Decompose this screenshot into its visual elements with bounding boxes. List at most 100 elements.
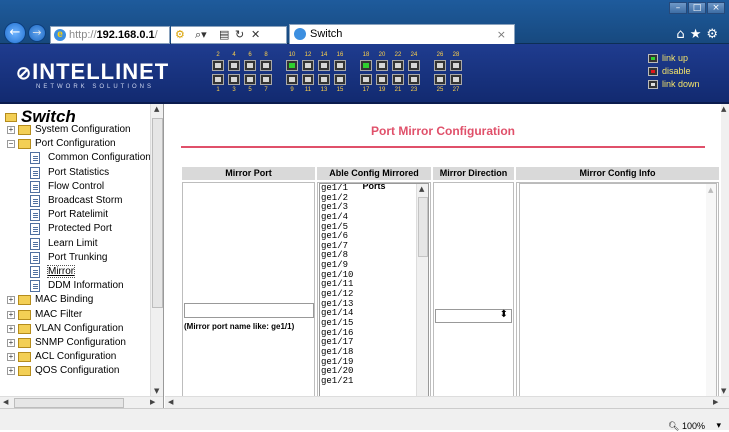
port-icon[interactable] bbox=[360, 74, 372, 85]
tree-vertical-scrollbar[interactable]: ▲ ▼ bbox=[150, 104, 163, 396]
port-icon[interactable] bbox=[318, 60, 330, 71]
port-number-label: 26 bbox=[436, 52, 444, 58]
tree-item[interactable]: Protected Port bbox=[30, 223, 112, 236]
list-scroll-thumb[interactable] bbox=[418, 197, 428, 257]
port-list-scrollbar[interactable]: ▲ bbox=[416, 184, 428, 407]
port-icon[interactable] bbox=[450, 60, 462, 71]
port-icon[interactable] bbox=[434, 60, 446, 71]
refresh-icon[interactable]: ↻ bbox=[235, 28, 244, 41]
port-icon[interactable] bbox=[228, 74, 240, 85]
port-icon[interactable] bbox=[360, 60, 372, 71]
tree-item[interactable]: Port Ratelimit bbox=[30, 209, 108, 222]
port-number-label: 13 bbox=[320, 87, 328, 93]
main-scroll-left-icon[interactable]: ◀ bbox=[168, 398, 173, 406]
tree-item[interactable]: + MAC Filter bbox=[7, 309, 82, 321]
port-icon[interactable] bbox=[392, 74, 404, 85]
port-icon[interactable] bbox=[212, 74, 224, 85]
favorites-icon[interactable]: ★ bbox=[690, 27, 707, 42]
tree-item[interactable]: − Port Configuration bbox=[7, 138, 116, 150]
expand-icon[interactable]: + bbox=[7, 324, 15, 333]
port-icon[interactable] bbox=[228, 60, 240, 71]
scroll-up-icon[interactable]: ▲ bbox=[154, 105, 159, 113]
tree-item[interactable]: Port Statistics bbox=[30, 166, 109, 179]
list-item[interactable]: ge1/21 bbox=[320, 376, 428, 387]
port-number-label: 27 bbox=[452, 87, 460, 93]
port-icon[interactable] bbox=[408, 60, 420, 71]
port-icon[interactable] bbox=[392, 60, 404, 71]
tree-item[interactable]: + VLAN Configuration bbox=[7, 323, 123, 335]
mirror-port-input[interactable] bbox=[184, 303, 314, 318]
port-icon[interactable] bbox=[212, 60, 224, 71]
port-icon[interactable] bbox=[286, 60, 298, 71]
port-icon[interactable] bbox=[302, 60, 314, 71]
tree-item[interactable]: + MAC Binding bbox=[7, 294, 93, 306]
tree-item[interactable]: + QOS Configuration bbox=[7, 365, 120, 377]
expand-icon[interactable]: + bbox=[7, 126, 15, 134]
tree-item[interactable]: Learn Limit bbox=[30, 237, 97, 250]
expand-icon[interactable]: + bbox=[7, 296, 15, 305]
collapse-icon[interactable]: − bbox=[7, 140, 15, 149]
expand-icon[interactable]: + bbox=[7, 353, 15, 362]
compat-icon[interactable]: ⚙ bbox=[175, 28, 185, 41]
main-scroll-up-icon[interactable]: ▲ bbox=[721, 105, 726, 113]
main-scroll-down-icon[interactable]: ▼ bbox=[721, 387, 726, 395]
tree-item[interactable]: Mirror bbox=[30, 265, 76, 278]
scroll-left-icon[interactable]: ◀ bbox=[3, 398, 8, 406]
port-icon[interactable] bbox=[376, 60, 388, 71]
tree-item[interactable]: Common Configuration bbox=[30, 152, 151, 165]
port-icon[interactable] bbox=[376, 74, 388, 85]
compatibility-view-icon[interactable]: ▤ bbox=[219, 28, 229, 41]
main-horizontal-scrollbar[interactable]: ◀ ▶ bbox=[165, 396, 729, 408]
port-icon[interactable] bbox=[260, 60, 272, 71]
tree-item[interactable]: Port Trunking bbox=[30, 251, 107, 264]
forward-button[interactable]: → bbox=[28, 24, 46, 42]
back-button[interactable]: ← bbox=[4, 22, 26, 44]
expand-icon[interactable]: + bbox=[7, 310, 15, 319]
tree-item[interactable]: + ACL Configuration bbox=[7, 351, 116, 363]
stop-icon[interactable]: ✕ bbox=[251, 28, 260, 41]
port-icon[interactable] bbox=[318, 74, 330, 85]
mirror-config-info[interactable]: ▲ bbox=[519, 183, 717, 408]
tab-close-icon[interactable]: × bbox=[497, 25, 506, 44]
address-bar[interactable]: e http://192.168.0.1/ bbox=[50, 26, 170, 44]
tree-item[interactable]: + System Configuration bbox=[7, 124, 131, 136]
tree-hscroll-thumb[interactable] bbox=[14, 398, 124, 408]
info-scrollbar[interactable]: ▲ bbox=[706, 184, 716, 407]
tab-switch[interactable]: Switch × bbox=[289, 24, 515, 44]
search-icon[interactable]: ⌕▾ bbox=[195, 28, 207, 42]
tree-horizontal-scrollbar[interactable]: ◀ ▶ bbox=[0, 396, 163, 408]
main-scroll-right-icon[interactable]: ▶ bbox=[713, 398, 718, 406]
port-icon[interactable] bbox=[244, 74, 256, 85]
url-path: / bbox=[154, 29, 158, 41]
port-icon[interactable] bbox=[260, 74, 272, 85]
tree-item[interactable]: DDM Information bbox=[30, 280, 124, 293]
port-icon[interactable] bbox=[244, 60, 256, 71]
expand-icon[interactable]: + bbox=[7, 339, 15, 347]
port-icon[interactable] bbox=[286, 74, 298, 85]
port-icon[interactable] bbox=[334, 60, 346, 71]
list-scroll-up-icon[interactable]: ▲ bbox=[419, 185, 424, 193]
port-icon[interactable] bbox=[450, 74, 462, 85]
tree-item[interactable]: Broadcast Storm bbox=[30, 195, 122, 207]
port-icon[interactable] bbox=[334, 74, 346, 85]
main-vertical-scrollbar[interactable]: ▲ ▼ bbox=[721, 104, 729, 396]
close-icon[interactable]: × bbox=[707, 2, 725, 14]
minimize-icon[interactable]: – bbox=[669, 2, 687, 14]
home-icon[interactable]: ⌂ bbox=[676, 27, 689, 42]
zoom-level[interactable]: 🔍︎ 100% bbox=[668, 421, 705, 432]
page-icon bbox=[30, 180, 40, 193]
tree-scroll-thumb[interactable] bbox=[152, 118, 163, 308]
scroll-right-icon[interactable]: ▶ bbox=[150, 398, 155, 406]
port-icon[interactable] bbox=[302, 74, 314, 85]
port-icon[interactable] bbox=[434, 74, 446, 85]
expand-icon[interactable]: + bbox=[7, 367, 15, 376]
port-icon[interactable] bbox=[408, 74, 420, 85]
scroll-down-icon[interactable]: ▼ bbox=[154, 387, 159, 395]
info-scroll-up-icon[interactable]: ▲ bbox=[708, 186, 713, 194]
tree-item[interactable]: + SNMP Configuration bbox=[7, 337, 126, 349]
settings-gear-icon[interactable]: ⚙ bbox=[706, 27, 723, 42]
mirrored-ports-list[interactable]: ge1/1 ge1/2 ge1/3 ge1/4 ge1/5 ge1/6 ge1/7 ge1/8… bbox=[319, 183, 429, 408]
maximize-icon[interactable]: □ bbox=[688, 2, 706, 14]
tree-item[interactable]: Flow Control bbox=[30, 180, 104, 193]
mirror-direction-select[interactable]: ⬍ bbox=[435, 309, 512, 323]
